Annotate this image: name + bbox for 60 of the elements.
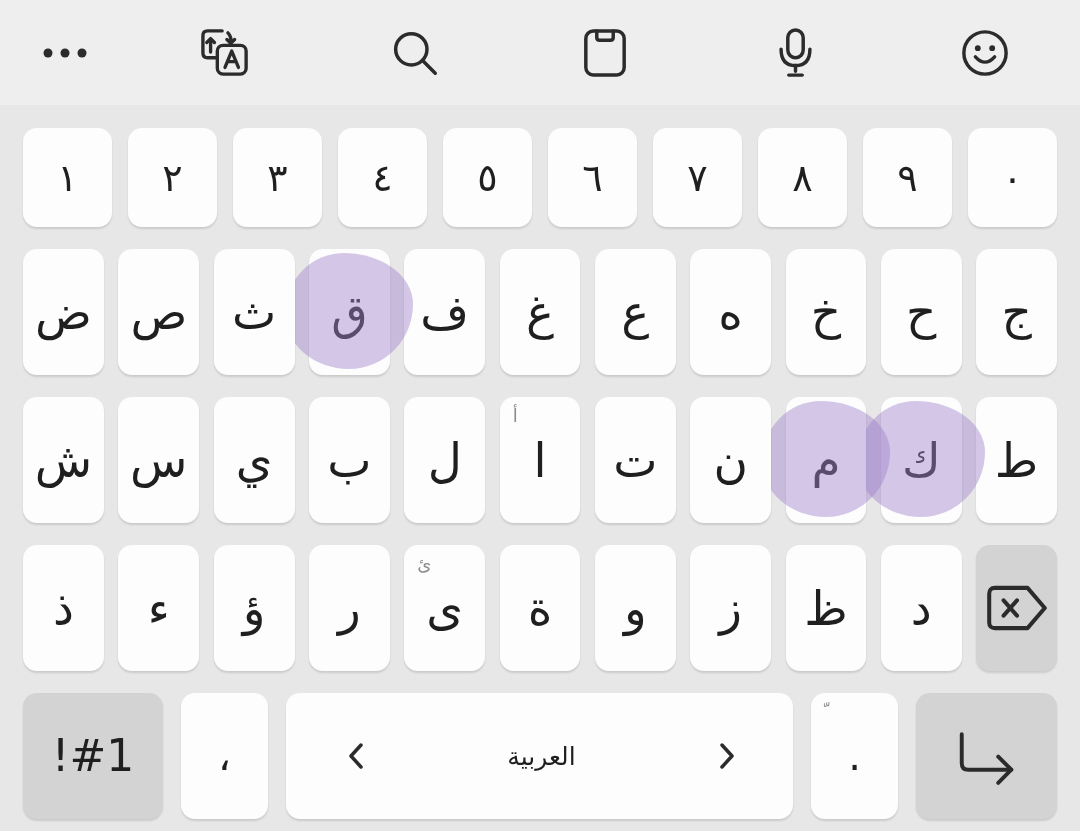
- enter-key[interactable]: [916, 693, 1057, 819]
- letter-key[interactable]: خ: [785, 249, 867, 375]
- digit-key[interactable]: ٠: [968, 128, 1057, 227]
- alternate-character: ئ: [417, 555, 432, 573]
- letter-key[interactable]: ي: [213, 397, 295, 523]
- letter-key[interactable]: م: [785, 397, 867, 523]
- letter-key[interactable]: ع: [594, 249, 676, 375]
- chevron-left-icon: [348, 742, 364, 770]
- letter-key[interactable]: د: [880, 545, 962, 671]
- letter-key[interactable]: ة: [499, 545, 581, 671]
- letter-key[interactable]: س: [118, 397, 200, 523]
- symbols-key[interactable]: !#1: [23, 693, 163, 819]
- backspace-icon: [985, 585, 1048, 631]
- emoji-icon[interactable]: [961, 28, 1009, 77]
- clipboard-icon[interactable]: [584, 28, 626, 77]
- letter-key[interactable]: غ: [499, 249, 581, 375]
- letter-key[interactable]: ر: [309, 545, 390, 671]
- search-icon[interactable]: [392, 29, 438, 76]
- letter-key[interactable]: ظ: [785, 545, 867, 671]
- letter-key[interactable]: ح: [880, 249, 962, 375]
- letter-key[interactable]: ق: [309, 249, 390, 375]
- letter-key[interactable]: ء: [118, 545, 200, 671]
- digit-key[interactable]: ٢: [128, 128, 217, 227]
- letter-key[interactable]: ص: [118, 249, 200, 375]
- letter-key[interactable]: ه: [690, 249, 772, 375]
- letter-key[interactable]: ئ ى: [404, 545, 486, 671]
- punctuation-key[interactable]: ﹼ .: [811, 693, 898, 819]
- letter-key[interactable]: ط: [976, 397, 1057, 523]
- digit-key[interactable]: ٤: [338, 128, 427, 227]
- letter-key[interactable]: ز: [690, 545, 772, 671]
- letter-key[interactable]: ف: [404, 249, 486, 375]
- letter-key[interactable]: ل: [404, 397, 486, 523]
- digit-key[interactable]: ٩: [863, 128, 952, 227]
- letter-key[interactable]: و: [594, 545, 676, 671]
- translate-icon[interactable]: [201, 28, 249, 77]
- letter-key[interactable]: ت: [594, 397, 676, 523]
- letter-key[interactable]: ج: [976, 249, 1057, 375]
- backspace-key[interactable]: [976, 545, 1057, 671]
- enter-icon: [957, 730, 1016, 786]
- more-icon[interactable]: [43, 47, 87, 58]
- letter-key[interactable]: ب: [309, 397, 390, 523]
- digit-key[interactable]: ٨: [758, 128, 847, 227]
- letter-key[interactable]: ك: [880, 397, 962, 523]
- punctuation-key[interactable]: ،: [181, 693, 268, 819]
- alternate-character: ﹼ: [824, 703, 830, 721]
- letter-key[interactable]: ذ: [23, 545, 104, 671]
- microphone-icon[interactable]: [777, 27, 813, 78]
- digit-key[interactable]: ٥: [443, 128, 532, 227]
- space-key[interactable]: العربية: [286, 693, 793, 819]
- digit-key[interactable]: ٦: [548, 128, 637, 227]
- letter-key[interactable]: ؤ: [213, 545, 295, 671]
- digit-key[interactable]: ٧: [653, 128, 742, 227]
- letter-key[interactable]: ض: [23, 249, 104, 375]
- letter-key[interactable]: ش: [23, 397, 104, 523]
- letter-key[interactable]: أ ا: [499, 397, 581, 523]
- letter-key[interactable]: ث: [213, 249, 295, 375]
- digit-key[interactable]: ١: [23, 128, 112, 227]
- chevron-right-icon: [719, 742, 735, 770]
- digit-key[interactable]: ٣: [233, 128, 322, 227]
- letter-key[interactable]: ن: [690, 397, 772, 523]
